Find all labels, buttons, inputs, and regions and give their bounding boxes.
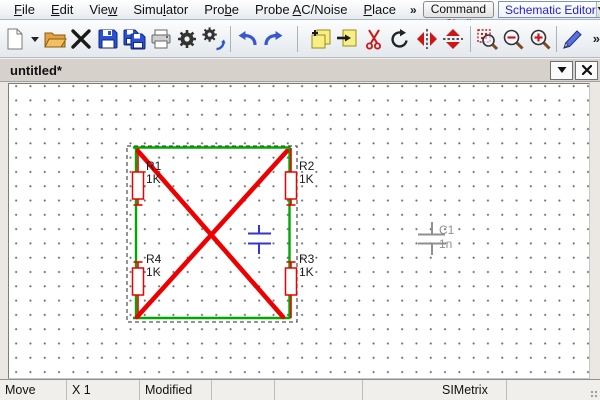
scissors-icon bbox=[362, 27, 386, 51]
zoom-out-icon bbox=[501, 27, 525, 51]
rotate-button[interactable] bbox=[387, 23, 414, 55]
zoom-in-icon bbox=[528, 27, 552, 51]
cut-button[interactable] bbox=[361, 23, 388, 55]
document-title-bar: untitled* bbox=[0, 58, 600, 82]
svg-text:1K: 1K bbox=[146, 265, 161, 279]
menu-place[interactable]: Place bbox=[355, 1, 404, 18]
save-button[interactable] bbox=[94, 23, 121, 55]
toolbar-separator bbox=[470, 26, 471, 52]
close-icon bbox=[582, 65, 592, 75]
svg-text:1n: 1n bbox=[439, 237, 452, 251]
save-floppy-icon bbox=[96, 27, 120, 51]
svg-text:R3: R3 bbox=[299, 252, 315, 266]
new-options-button[interactable] bbox=[29, 23, 42, 55]
open-folder-icon bbox=[43, 27, 67, 51]
svg-text:R1: R1 bbox=[146, 159, 162, 173]
save-all-icon bbox=[122, 27, 146, 51]
flip-vertical-icon bbox=[441, 27, 465, 51]
zoom-in-button[interactable] bbox=[527, 23, 554, 55]
status-bar: Move X 1 Modified SIMetrix bbox=[0, 379, 600, 400]
resize-grip-icon[interactable] bbox=[589, 389, 598, 398]
menu-bar: File Edit View Simulator Probe Probe AC/… bbox=[0, 0, 600, 20]
rerun-simulation-button[interactable] bbox=[200, 23, 227, 55]
menu-simulator[interactable]: Simulator bbox=[125, 1, 196, 18]
duplicate-icon bbox=[309, 27, 333, 51]
print-button[interactable] bbox=[147, 23, 174, 55]
status-mode: Move bbox=[0, 380, 67, 400]
toolbar-separator bbox=[297, 26, 298, 52]
close-document-button[interactable] bbox=[575, 61, 598, 80]
zoom-fit-button[interactable] bbox=[474, 23, 501, 55]
svg-text:R2: R2 bbox=[299, 159, 315, 173]
command-shell-button[interactable]: Command Shell bbox=[423, 1, 494, 18]
svg-text:1K: 1K bbox=[299, 265, 314, 279]
status-empty-2 bbox=[275, 380, 363, 400]
menu-file[interactable]: File bbox=[6, 1, 43, 18]
menu-edit[interactable]: Edit bbox=[43, 1, 81, 18]
status-app: SIMetrix bbox=[363, 380, 507, 400]
pencil-icon bbox=[561, 27, 585, 51]
capacitor-selected[interactable] bbox=[248, 225, 271, 254]
status-modified: Modified bbox=[140, 380, 212, 400]
svg-text:1K: 1K bbox=[146, 172, 161, 186]
toolbar-more-chevron-icon[interactable]: » bbox=[593, 31, 600, 46]
printer-icon bbox=[149, 27, 173, 51]
svg-text:R4: R4 bbox=[146, 252, 162, 266]
status-empty-1 bbox=[212, 380, 275, 400]
dropdown-caret-icon bbox=[30, 27, 40, 51]
status-zoom: X 1 bbox=[67, 380, 140, 400]
new-document-icon bbox=[3, 27, 27, 51]
gear-icon bbox=[175, 27, 199, 51]
toolbar-separator bbox=[556, 26, 557, 52]
dropdown-triangle-icon bbox=[557, 66, 567, 74]
close-x-icon bbox=[69, 27, 93, 51]
wire-mode-button[interactable] bbox=[560, 23, 587, 55]
menu-probe[interactable]: Probe bbox=[196, 1, 247, 18]
editor-mode-value: Schematic Editor bbox=[499, 3, 596, 17]
window-list-button[interactable] bbox=[550, 61, 573, 80]
zoom-fit-icon bbox=[475, 27, 499, 51]
gear-refresh-icon bbox=[202, 27, 226, 51]
flip-horizontal-icon bbox=[415, 27, 439, 51]
capacitor-c1-ghost[interactable]: C1 1n bbox=[418, 222, 455, 255]
paste-icon bbox=[335, 27, 359, 51]
status-empty-3 bbox=[507, 380, 600, 400]
menu-overflow-chevron-icon[interactable]: » bbox=[404, 3, 423, 17]
redo-arrow-icon bbox=[262, 27, 286, 51]
document-title: untitled* bbox=[10, 63, 62, 78]
rotate-arrow-icon bbox=[388, 27, 412, 51]
svg-text:1K: 1K bbox=[299, 172, 314, 186]
duplicate-button[interactable] bbox=[308, 23, 335, 55]
redo-button[interactable] bbox=[260, 23, 287, 55]
editor-mode-select[interactable]: Schematic Editor bbox=[498, 1, 600, 18]
paste-button[interactable] bbox=[334, 23, 361, 55]
menu-view[interactable]: View bbox=[81, 1, 125, 18]
simulator-options-button[interactable] bbox=[174, 23, 201, 55]
undo-arrow-icon bbox=[235, 27, 259, 51]
menu-probe-ac-noise[interactable]: Probe AC/Noise bbox=[247, 1, 356, 18]
new-schematic-button[interactable] bbox=[2, 23, 29, 55]
flip-vertical-button[interactable] bbox=[440, 23, 467, 55]
toolbar-separator bbox=[230, 26, 231, 52]
zoom-out-button[interactable] bbox=[500, 23, 527, 55]
editor-mode-dropdown-icon[interactable] bbox=[596, 2, 600, 17]
schematic-canvas[interactable]: R1 1K R2 1K R4 1K R3 1K bbox=[8, 83, 590, 379]
svg-text:C1: C1 bbox=[439, 223, 455, 237]
open-file-button[interactable] bbox=[41, 23, 68, 55]
close-schematic-button[interactable] bbox=[68, 23, 95, 55]
save-all-button[interactable] bbox=[121, 23, 148, 55]
undo-button[interactable] bbox=[234, 23, 261, 55]
main-toolbar: » bbox=[0, 20, 600, 58]
flip-horizontal-button[interactable] bbox=[414, 23, 441, 55]
